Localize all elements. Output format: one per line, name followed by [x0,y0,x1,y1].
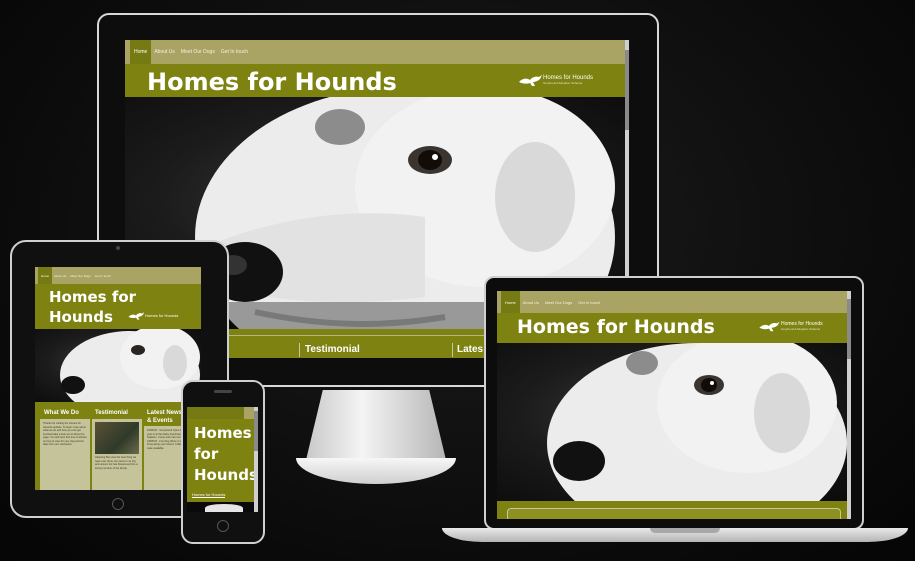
latest-heading: Lates [457,344,484,355]
site-logo[interactable]: Homes for Hounds [127,310,178,321]
nav-bar [187,407,258,419]
greyhound-logo-icon [759,321,780,332]
site-header: Homes for Hounds Homes for Hounds [35,284,201,329]
phone-speaker [214,390,232,393]
site-title-line-1: Homes [194,424,252,442]
phone-site-screen: Homes for Hounds Homes for Hounds [187,407,258,512]
site-title-line-1: Homes for [49,288,137,306]
nav-home[interactable]: Home [130,40,152,64]
what-we-do-heading: What We Do [44,410,79,416]
nav-bar: Home About Us Meet Our Dogs Get In touch [35,267,201,284]
nav-meet-our-dogs[interactable]: Meet Our Dogs [178,40,218,64]
site-title: Homes for Hounds [49,287,136,327]
nav-bar: Home About Us Meet Our Dogs Get In touch [497,291,851,313]
testimonial-photo [95,422,139,454]
site-title-line-2: for [194,445,219,463]
testimonial-heading: Testimonial [95,410,128,416]
tablet-site-screen: Home About Us Meet Our Dogs Get In touch… [35,267,201,490]
greyhound-photo [205,504,243,512]
nav-about-us[interactable]: About Us [520,291,542,313]
logo-subtext: Greyhound Adoption Scheme [543,81,583,85]
hero-dog-image [35,329,201,402]
laptop-site-screen: Home About Us Meet Our Dogs Get In touch… [497,291,851,519]
site-title: Homes for Hounds [517,316,715,338]
site-logo[interactable]: Homes for Hounds Greyhound Adoption Sche… [757,319,823,333]
what-we-do-column: What We Do Thanks for visiting the Homes… [40,409,90,490]
nav-about-us[interactable]: About Us [52,267,68,284]
site-header: Homes for Hounds Homes for Hounds [187,419,258,512]
site-title-line-2: Hounds [49,308,113,326]
testimonial-heading: Testimonial [305,344,360,355]
logo-text: Homes for Hounds [145,313,179,318]
nav-meet-our-dogs[interactable]: Meet Our Dogs [542,291,575,313]
site-title: Homes for Hounds [194,423,258,486]
greyhound-logo-icon [519,75,542,86]
tablet-home-button[interactable] [112,498,124,510]
hero-dog-image [497,343,851,501]
nav-home[interactable]: Home [501,291,520,313]
logo-subtext: Greyhound Adoption Scheme [781,327,821,331]
site-logo[interactable]: Homes for Hounds [192,492,226,498]
monitor-stand-base [296,458,456,484]
hero-dog-image [187,502,254,512]
what-we-do-text: Thanks for visiting the Homes for Hounds… [43,422,87,446]
logo-text: Homes for Hounds [192,492,226,498]
monitor-stand [306,390,446,460]
scrollbar-thumb[interactable] [625,50,629,130]
sections-bar [497,501,851,519]
site-header: Homes for Hounds Homes for Hounds Greyho… [497,313,851,343]
laptop-notch [650,528,720,533]
site-logo[interactable]: Homes for Hounds Greyhound Adoption Sche… [517,72,593,88]
nav-home[interactable]: Home [38,267,53,284]
scrollbar-thumb[interactable] [847,299,851,359]
testimonial-text: Adopting Ben was the best thing we have … [95,456,138,470]
nav-about-us[interactable]: About Us [151,40,178,64]
divider [452,343,453,357]
nav-get-in-touch[interactable]: Get In touch [93,267,113,284]
greyhound-photo [547,343,847,501]
scrollbar-thumb[interactable] [254,411,258,451]
testimonial-column: Testimonial Adopting Ben was the best th… [92,409,142,490]
site-header: Homes for Hounds Homes for Hounds Greyho… [125,64,629,97]
nav-home[interactable] [187,407,244,419]
site-title-line-3: Hounds [194,466,258,484]
greyhound-photo [60,329,200,402]
site-title: Homes for Hounds [147,68,397,96]
nav-get-in-touch[interactable]: Get In touch [218,40,251,64]
phone-home-button[interactable] [217,520,229,532]
content-panel [507,508,841,519]
scrollbar[interactable] [847,291,851,519]
events-heading: & Events [147,418,173,424]
nav-get-in-touch[interactable]: Get In touch [575,291,603,313]
nav-meet-our-dogs[interactable]: Meet Our Dogs [68,267,92,284]
greyhound-logo-icon [128,312,145,320]
nav-bar: Home About Us Meet Our Dogs Get In touch [125,40,629,64]
latest-news-heading: Latest News [147,410,183,416]
divider [299,343,300,357]
tablet-camera [116,246,120,250]
scrollbar[interactable] [254,407,258,512]
